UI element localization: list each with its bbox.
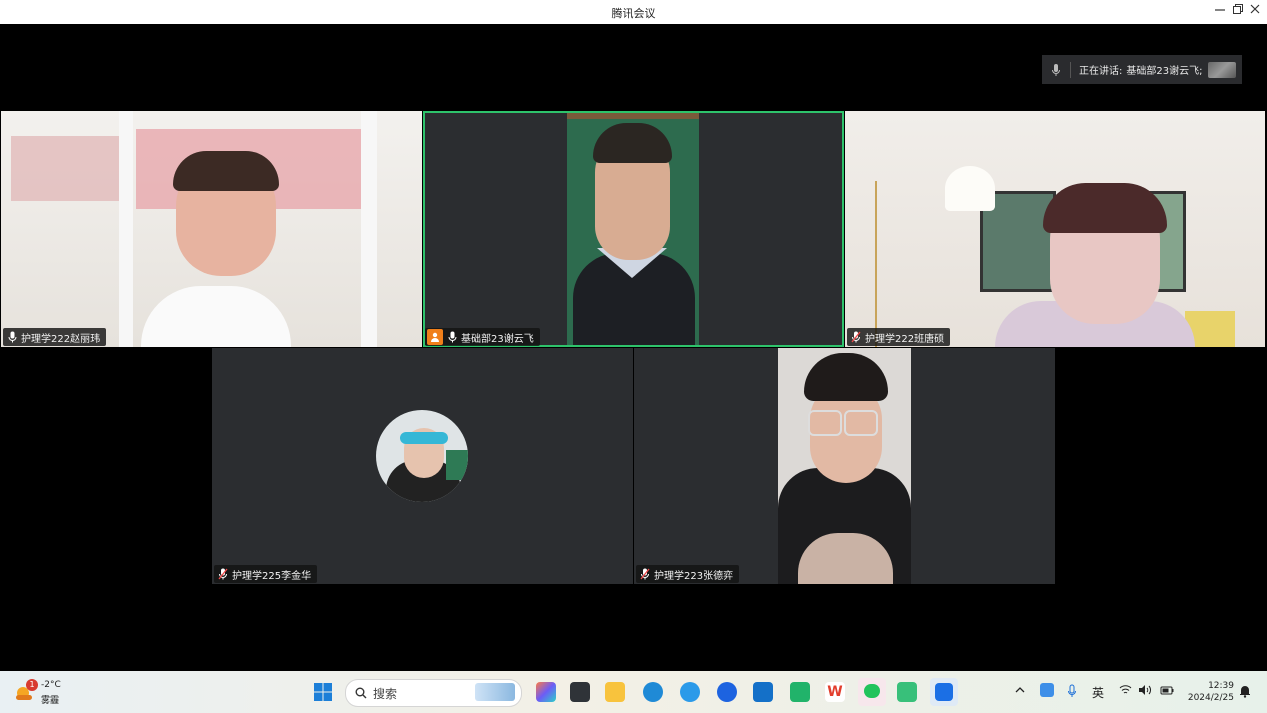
participant-name: 护理学223张德弈	[654, 570, 734, 582]
restore-icon	[1233, 4, 1243, 14]
microphone-muted-icon	[218, 568, 228, 580]
microphone-icon[interactable]	[1067, 684, 1077, 701]
minimize-icon	[1215, 9, 1225, 11]
window-title: 腾讯会议	[611, 7, 656, 20]
notification-icon[interactable]	[1239, 684, 1251, 701]
video-feed	[845, 111, 1265, 347]
weather-widget[interactable]: 1 -2°C 雾霾	[14, 679, 74, 707]
ime-indicator[interactable]: 英	[1092, 684, 1104, 701]
participant-name: 护理学222班唐硕	[865, 333, 945, 345]
clock[interactable]: 12:39 2024/2/25	[1186, 680, 1234, 704]
taskbar-search[interactable]: 搜索	[345, 679, 522, 707]
windows-start-icon[interactable]	[313, 682, 333, 702]
participant-nametag: 护理学223张德弈	[636, 565, 740, 583]
video-tile[interactable]: 护理学222赵丽玮	[1, 111, 422, 347]
speaker-avatar	[1208, 61, 1237, 78]
browser-icon[interactable]	[680, 682, 700, 702]
chat-icon[interactable]	[897, 682, 917, 702]
app-icon[interactable]	[717, 682, 737, 702]
microphone-muted-icon	[640, 568, 650, 580]
video-tile-active[interactable]: 基础部23谢云飞	[423, 111, 844, 347]
volume-icon[interactable]	[1138, 684, 1152, 699]
speaking-indicator: 正在讲话: 基础部23谢云飞;	[1042, 55, 1242, 84]
microphone-icon	[447, 331, 457, 343]
wifi-icon[interactable]	[1119, 684, 1132, 699]
meeting-stage: 正在讲话: 基础部23谢云飞; 护理学222赵丽玮 基础部23谢云飞 护理学22…	[0, 24, 1267, 671]
search-highlight-icon	[475, 683, 515, 701]
chevron-up-icon[interactable]	[1015, 684, 1025, 698]
participant-nametag: 护理学225李金华	[214, 565, 318, 583]
video-feed	[567, 113, 699, 345]
tray-app-icon[interactable]	[1040, 683, 1054, 697]
video-feed	[1, 111, 422, 347]
wechat-icon[interactable]	[858, 678, 886, 706]
participant-nametag: 护理学222赵丽玮	[3, 328, 107, 346]
participant-nametag: 护理学222班唐硕	[847, 328, 951, 346]
weather-temp: -2°C	[41, 680, 61, 690]
close-icon	[1250, 4, 1260, 14]
notification-badge: 1	[26, 679, 38, 691]
search-icon	[355, 687, 367, 699]
minimize-button[interactable]	[1210, 3, 1230, 19]
store-icon[interactable]	[753, 682, 773, 702]
participant-name: 护理学225李金华	[232, 570, 312, 582]
microphone-muted-icon	[851, 331, 861, 343]
speaking-name: 基础部23谢云飞;	[1126, 66, 1203, 77]
tencent-meeting-icon[interactable]	[930, 678, 958, 706]
file-explorer-icon[interactable]	[605, 682, 625, 702]
copilot-icon[interactable]	[536, 682, 556, 702]
clock-time: 12:39	[1208, 681, 1234, 691]
taskbar: 1 -2°C 雾霾 搜索 W 英 12:39 2024/2/25	[0, 671, 1267, 713]
microphone-icon	[7, 331, 17, 343]
participant-name: 护理学222赵丽玮	[21, 333, 101, 345]
avatar	[376, 410, 468, 502]
mail-icon[interactable]	[790, 682, 810, 702]
video-tile[interactable]: 护理学225李金华	[212, 348, 633, 584]
microphone-icon	[1042, 63, 1070, 77]
participant-name: 基础部23谢云飞	[461, 333, 534, 345]
wps-icon[interactable]: W	[825, 682, 845, 702]
battery-icon[interactable]	[1160, 684, 1174, 699]
video-feed	[778, 348, 911, 584]
participant-nametag: 基础部23谢云飞	[425, 328, 540, 346]
title-bar: 腾讯会议	[0, 0, 1267, 24]
video-tile[interactable]: 护理学222班唐硕	[845, 111, 1265, 347]
weather-desc: 雾霾	[41, 696, 60, 706]
speaking-label: 正在讲话:	[1079, 66, 1123, 77]
edge-icon[interactable]	[643, 682, 663, 702]
host-icon	[427, 329, 443, 345]
clock-date: 2024/2/25	[1187, 693, 1234, 703]
search-placeholder: 搜索	[373, 686, 398, 701]
video-tile[interactable]: 护理学223张德弈	[634, 348, 1055, 584]
task-view-icon[interactable]	[570, 682, 590, 702]
close-button[interactable]	[1245, 3, 1265, 19]
